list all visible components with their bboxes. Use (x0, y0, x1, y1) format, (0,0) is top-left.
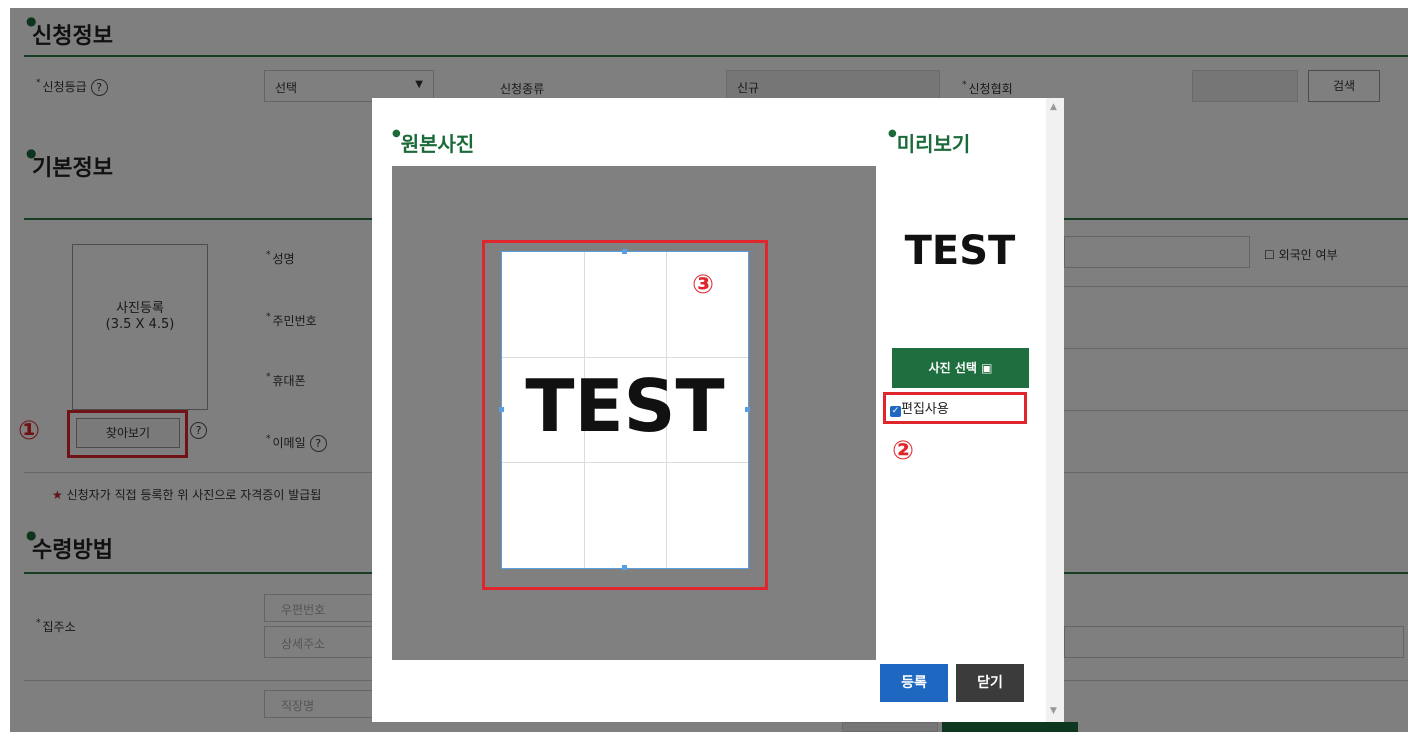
preview-image: TEST (890, 170, 1030, 342)
original-photo-canvas[interactable]: TEST ③ (392, 166, 876, 660)
scroll-down-icon[interactable]: ▼ (1050, 706, 1057, 716)
modal-scrollbar[interactable]: ▲ ▼ (1046, 98, 1064, 722)
preview-image-text: TEST (904, 228, 1016, 274)
frame-edge (1408, 0, 1418, 732)
camera-icon: ▣ (981, 361, 993, 375)
highlight-crop (482, 240, 768, 590)
marker-3: ③ (692, 270, 715, 300)
select-photo-button[interactable]: 사진 선택 ▣ (892, 348, 1029, 388)
frame-edge (0, 0, 1418, 8)
photo-edit-modal: ▲ ▼ ●원본사진 ●미리보기 TEST ③ TEST 사진 선택 ▣ ✓ 편집사… (372, 98, 1064, 722)
marker-2: ② (892, 436, 915, 466)
register-button[interactable]: 등록 (880, 664, 948, 702)
frame-edge (0, 0, 10, 732)
close-button[interactable]: 닫기 (956, 664, 1024, 702)
scroll-up-icon[interactable]: ▲ (1050, 102, 1057, 112)
checkbox-checked-icon: ✓ (890, 406, 901, 417)
original-photo-title: ●원본사진 (392, 128, 475, 156)
edit-use-checkbox[interactable]: ✓ 편집사용 (890, 398, 949, 417)
preview-title: ●미리보기 (888, 128, 971, 156)
